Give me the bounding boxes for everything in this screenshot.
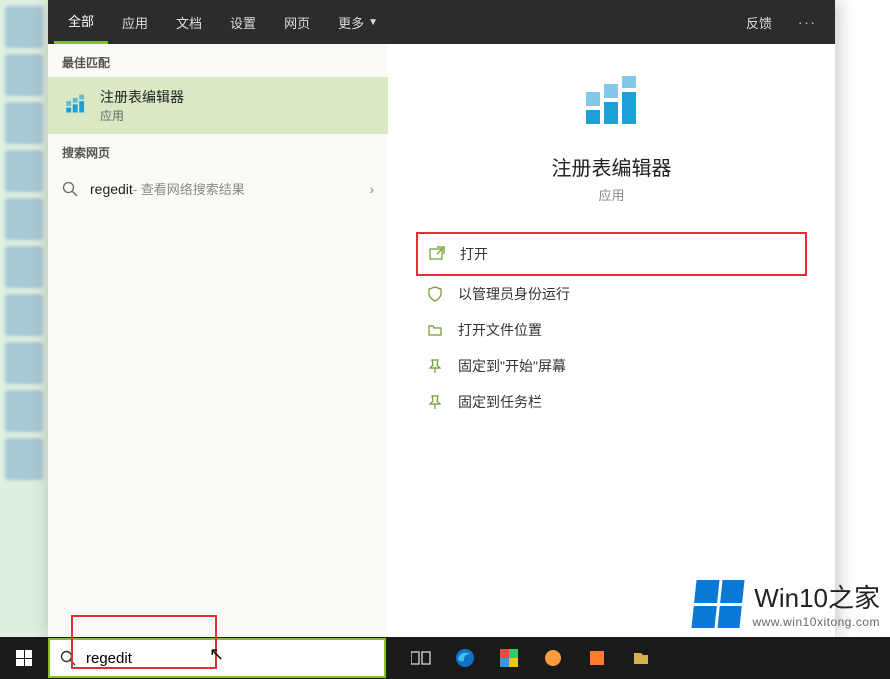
chevron-right-icon: ›	[369, 181, 374, 197]
tab-settings[interactable]: 设置	[216, 0, 270, 44]
action-location-label: 打开文件位置	[458, 320, 542, 340]
app-icon[interactable]	[630, 647, 652, 669]
watermark: Win10之家 www.win10xitong.com	[694, 578, 880, 629]
best-match-result[interactable]: 注册表编辑器 应用	[48, 77, 388, 134]
pin-icon	[426, 393, 444, 411]
tab-more-label: 更多	[338, 13, 364, 32]
app-icon[interactable]	[542, 647, 564, 669]
section-best-match: 最佳匹配	[48, 44, 388, 77]
detail-subtitle: 应用	[416, 185, 807, 204]
detail-app-icon	[416, 74, 807, 138]
action-pin-taskbar[interactable]: 固定到任务栏	[416, 384, 807, 420]
action-open[interactable]: 打开	[416, 232, 807, 276]
action-open-location[interactable]: 打开文件位置	[416, 312, 807, 348]
windows-logo-icon	[16, 650, 32, 666]
tab-apps[interactable]: 应用	[108, 0, 162, 44]
app-icon[interactable]	[586, 647, 608, 669]
action-run-as-admin[interactable]: 以管理员身份运行	[416, 276, 807, 312]
tab-web[interactable]: 网页	[270, 0, 324, 44]
web-search-result[interactable]: regedit - 查看网络搜索结果 ›	[48, 167, 388, 210]
best-match-text: 注册表编辑器 应用	[100, 87, 184, 124]
windows-logo-icon	[691, 580, 744, 628]
detail-actions: 打开 以管理员身份运行 打开文件位置	[416, 232, 807, 420]
action-open-label: 打开	[460, 244, 488, 264]
desktop-shortcut[interactable]	[5, 6, 43, 48]
tab-documents[interactable]: 文档	[162, 0, 216, 44]
app-icon[interactable]	[498, 647, 520, 669]
search-input[interactable]	[86, 650, 374, 667]
edge-browser-icon[interactable]	[454, 647, 476, 669]
taskbar	[0, 637, 890, 679]
chevron-down-icon: ▼	[368, 17, 378, 28]
folder-icon	[426, 321, 444, 339]
action-pin-start[interactable]: 固定到"开始"屏幕	[416, 348, 807, 384]
desktop-shortcut[interactable]	[5, 198, 43, 240]
best-match-subtitle: 应用	[100, 107, 184, 124]
search-icon	[60, 650, 76, 666]
web-term: regedit	[90, 181, 133, 197]
best-match-title: 注册表编辑器	[100, 87, 184, 107]
detail-column: 注册表编辑器 应用 打开 以管理员身份运行	[388, 44, 835, 637]
desktop-shortcut[interactable]	[5, 294, 43, 336]
action-pin-start-label: 固定到"开始"屏幕	[458, 356, 566, 376]
desktop-shortcut[interactable]	[5, 438, 43, 480]
more-menu-icon[interactable]: ···	[786, 15, 829, 30]
open-icon	[428, 245, 446, 263]
search-body: 最佳匹配 注册表编辑器 应用 搜索网页 regedit - 查看网络搜索结果 ›	[48, 44, 835, 637]
tab-all[interactable]: 全部	[54, 0, 108, 44]
desktop-shortcut[interactable]	[5, 150, 43, 192]
desktop-background	[0, 0, 48, 637]
action-admin-label: 以管理员身份运行	[458, 284, 570, 304]
desktop-shortcut[interactable]	[5, 246, 43, 288]
desktop-shortcut[interactable]	[5, 102, 43, 144]
section-search-web: 搜索网页	[48, 134, 388, 167]
action-pin-taskbar-label: 固定到任务栏	[458, 392, 542, 412]
search-icon	[62, 181, 78, 197]
desktop-shortcut[interactable]	[5, 54, 43, 96]
regedit-icon	[62, 92, 90, 120]
feedback-link[interactable]: 反馈	[732, 13, 786, 32]
detail-title: 注册表编辑器	[416, 152, 807, 181]
task-view-icon[interactable]	[410, 647, 432, 669]
pin-icon	[426, 357, 444, 375]
desktop-shortcut[interactable]	[5, 390, 43, 432]
tab-more[interactable]: 更多 ▼	[324, 0, 392, 44]
search-filter-bar: 全部 应用 文档 设置 网页 更多 ▼ 反馈 ···	[48, 0, 835, 44]
watermark-brand: Win10之家	[752, 578, 880, 615]
desktop-icons	[5, 0, 43, 486]
watermark-url: www.win10xitong.com	[752, 615, 880, 629]
taskbar-search-box[interactable]	[48, 638, 386, 678]
results-column: 最佳匹配 注册表编辑器 应用 搜索网页 regedit - 查看网络搜索结果 ›	[48, 44, 388, 637]
search-panel: 全部 应用 文档 设置 网页 更多 ▼ 反馈 ··· 最佳匹配 注册表编辑器 应…	[48, 0, 835, 637]
admin-shield-icon	[426, 285, 444, 303]
web-hint: - 查看网络搜索结果	[133, 179, 245, 198]
start-button[interactable]	[0, 637, 48, 679]
desktop-shortcut[interactable]	[5, 342, 43, 384]
